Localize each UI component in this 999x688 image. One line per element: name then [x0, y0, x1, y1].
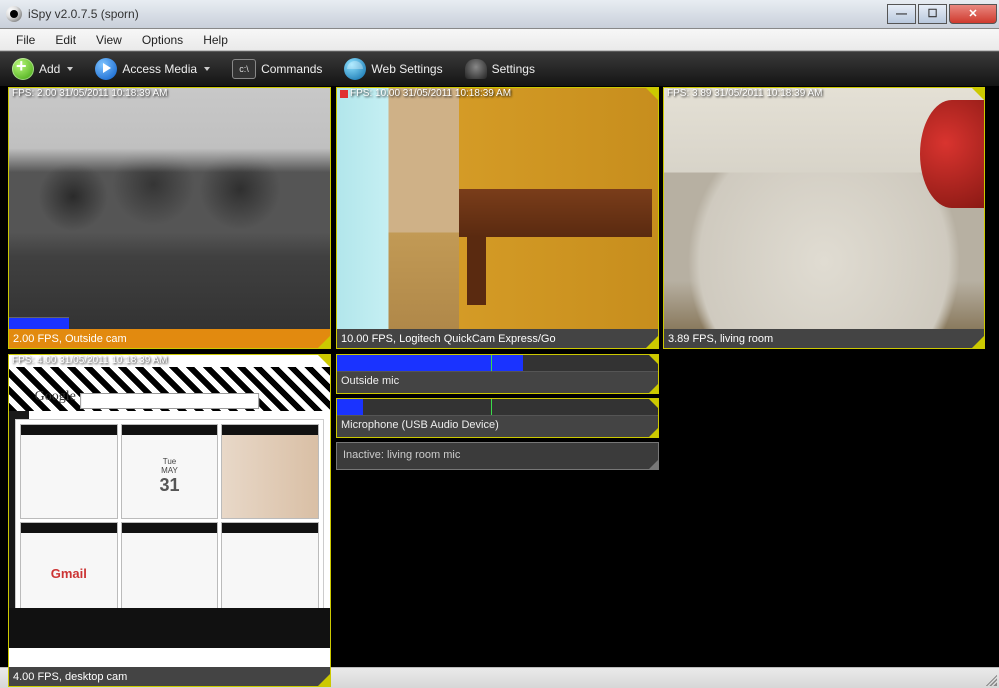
window-resize-grip-icon[interactable] — [983, 672, 997, 686]
search-box — [80, 393, 260, 409]
audio-level-bar — [337, 355, 523, 371]
mic-living-room-inactive[interactable]: Inactive: living room mic — [336, 442, 659, 470]
minimize-button[interactable]: — — [887, 4, 916, 24]
menubar: File Edit View Options Help — [0, 29, 999, 51]
web-settings-label: Web Settings — [371, 62, 442, 76]
camera-feed — [664, 88, 984, 329]
window-control-buttons: — ☐ ✕ — [887, 5, 999, 24]
gmail-logo: Gmail — [21, 533, 117, 616]
play-icon — [95, 58, 117, 80]
camera-overlay: FPS: 10.00 31/05/2011 10:18:39 AM — [337, 88, 658, 99]
plus-icon — [12, 58, 34, 80]
camera-overlay-text: FPS: 10.00 31/05/2011 10:18:39 AM — [350, 88, 511, 99]
resize-grip-icon[interactable] — [649, 460, 658, 469]
terminal-icon: c:\ — [232, 59, 256, 79]
mic-outside[interactable]: Outside mic — [336, 354, 659, 394]
mic-label: Microphone (USB Audio Device) — [337, 416, 658, 434]
chevron-down-icon — [67, 67, 73, 71]
resize-grip-icon[interactable] — [649, 428, 658, 437]
chevron-down-icon — [204, 67, 210, 71]
camera-living-room[interactable]: FPS: 3.89 31/05/2011 10:18:39 AM 3.89 FP… — [663, 87, 985, 349]
corner-marker-icon — [646, 88, 658, 100]
corner-marker-icon — [318, 355, 330, 367]
resize-grip-icon[interactable] — [972, 336, 984, 348]
audio-level-area — [337, 355, 658, 372]
add-label: Add — [39, 62, 60, 76]
corner-marker-icon — [972, 88, 984, 100]
menu-help[interactable]: Help — [193, 31, 238, 49]
camera-footer: 10.00 FPS, Logitech QuickCam Express/Go — [337, 329, 658, 348]
corner-marker-icon — [649, 399, 658, 408]
camera-footer: 4.00 FPS, desktop cam — [9, 667, 330, 686]
camera-overlay: FPS: 2.00 31/05/2011 10:18:39 AM — [9, 88, 330, 99]
menu-edit[interactable]: Edit — [45, 31, 86, 49]
record-indicator-icon — [340, 90, 348, 98]
audio-threshold-marker — [491, 399, 492, 415]
menu-options[interactable]: Options — [132, 31, 193, 49]
commands-label: Commands — [261, 62, 322, 76]
google-logo: Google — [35, 389, 76, 405]
cal-month: MAY — [161, 466, 178, 475]
settings-button[interactable]: Settings — [461, 57, 539, 81]
access-media-label: Access Media — [122, 62, 197, 76]
camera-feed: Google Tue MAY 31 Gmail — [9, 355, 330, 667]
camera-logitech[interactable]: FPS: 10.00 31/05/2011 10:18:39 AM 10.00 … — [336, 87, 659, 349]
resize-grip-icon[interactable] — [318, 674, 330, 686]
camera-feed — [9, 88, 330, 329]
web-settings-button[interactable]: Web Settings — [340, 56, 446, 82]
mic-label: Outside mic — [337, 372, 658, 390]
camera-footer: 2.00 FPS, Outside cam — [9, 329, 330, 348]
resize-grip-icon[interactable] — [318, 336, 330, 348]
audio-level-area — [337, 399, 658, 416]
maximize-button[interactable]: ☐ — [918, 4, 947, 24]
close-button[interactable]: ✕ — [949, 4, 997, 24]
settings-label: Settings — [492, 62, 535, 76]
app-icon — [6, 6, 22, 22]
resize-grip-icon[interactable] — [646, 336, 658, 348]
add-button[interactable]: Add — [8, 56, 77, 82]
access-media-button[interactable]: Access Media — [91, 56, 214, 82]
cal-date: 31 — [159, 475, 179, 496]
cal-day: Tue — [163, 457, 177, 466]
commands-button[interactable]: c:\ Commands — [228, 57, 326, 81]
camera-settings-icon — [465, 59, 487, 79]
window-title: iSpy v2.0.7.5 (sporn) — [28, 7, 887, 21]
workspace[interactable]: FPS: 2.00 31/05/2011 10:18:39 AM 2.00 FP… — [0, 87, 999, 667]
camera-outside[interactable]: FPS: 2.00 31/05/2011 10:18:39 AM 2.00 FP… — [8, 87, 331, 349]
camera-feed — [337, 88, 658, 329]
camera-overlay: FPS: 3.89 31/05/2011 10:18:39 AM — [664, 88, 984, 99]
camera-overlay: FPS: 4.00 31/05/2011 10:18:39 AM — [9, 355, 330, 366]
menu-view[interactable]: View — [86, 31, 132, 49]
mic-usb[interactable]: Microphone (USB Audio Device) — [336, 398, 659, 438]
audio-threshold-marker — [491, 355, 492, 371]
resize-grip-icon[interactable] — [649, 384, 658, 393]
audio-level-bar — [337, 399, 363, 415]
toolbar: Add Access Media c:\ Commands Web Settin… — [0, 51, 999, 87]
titlebar: iSpy v2.0.7.5 (sporn) — ☐ ✕ — [0, 0, 999, 29]
corner-marker-icon — [649, 355, 658, 364]
mic-label: Inactive: living room mic — [337, 443, 658, 467]
globe-icon — [344, 58, 366, 80]
camera-desktop[interactable]: Google Tue MAY 31 Gmail — [8, 354, 331, 687]
menu-file[interactable]: File — [6, 31, 45, 49]
motion-level-bar — [9, 317, 69, 329]
camera-footer: 3.89 FPS, living room — [664, 329, 984, 348]
